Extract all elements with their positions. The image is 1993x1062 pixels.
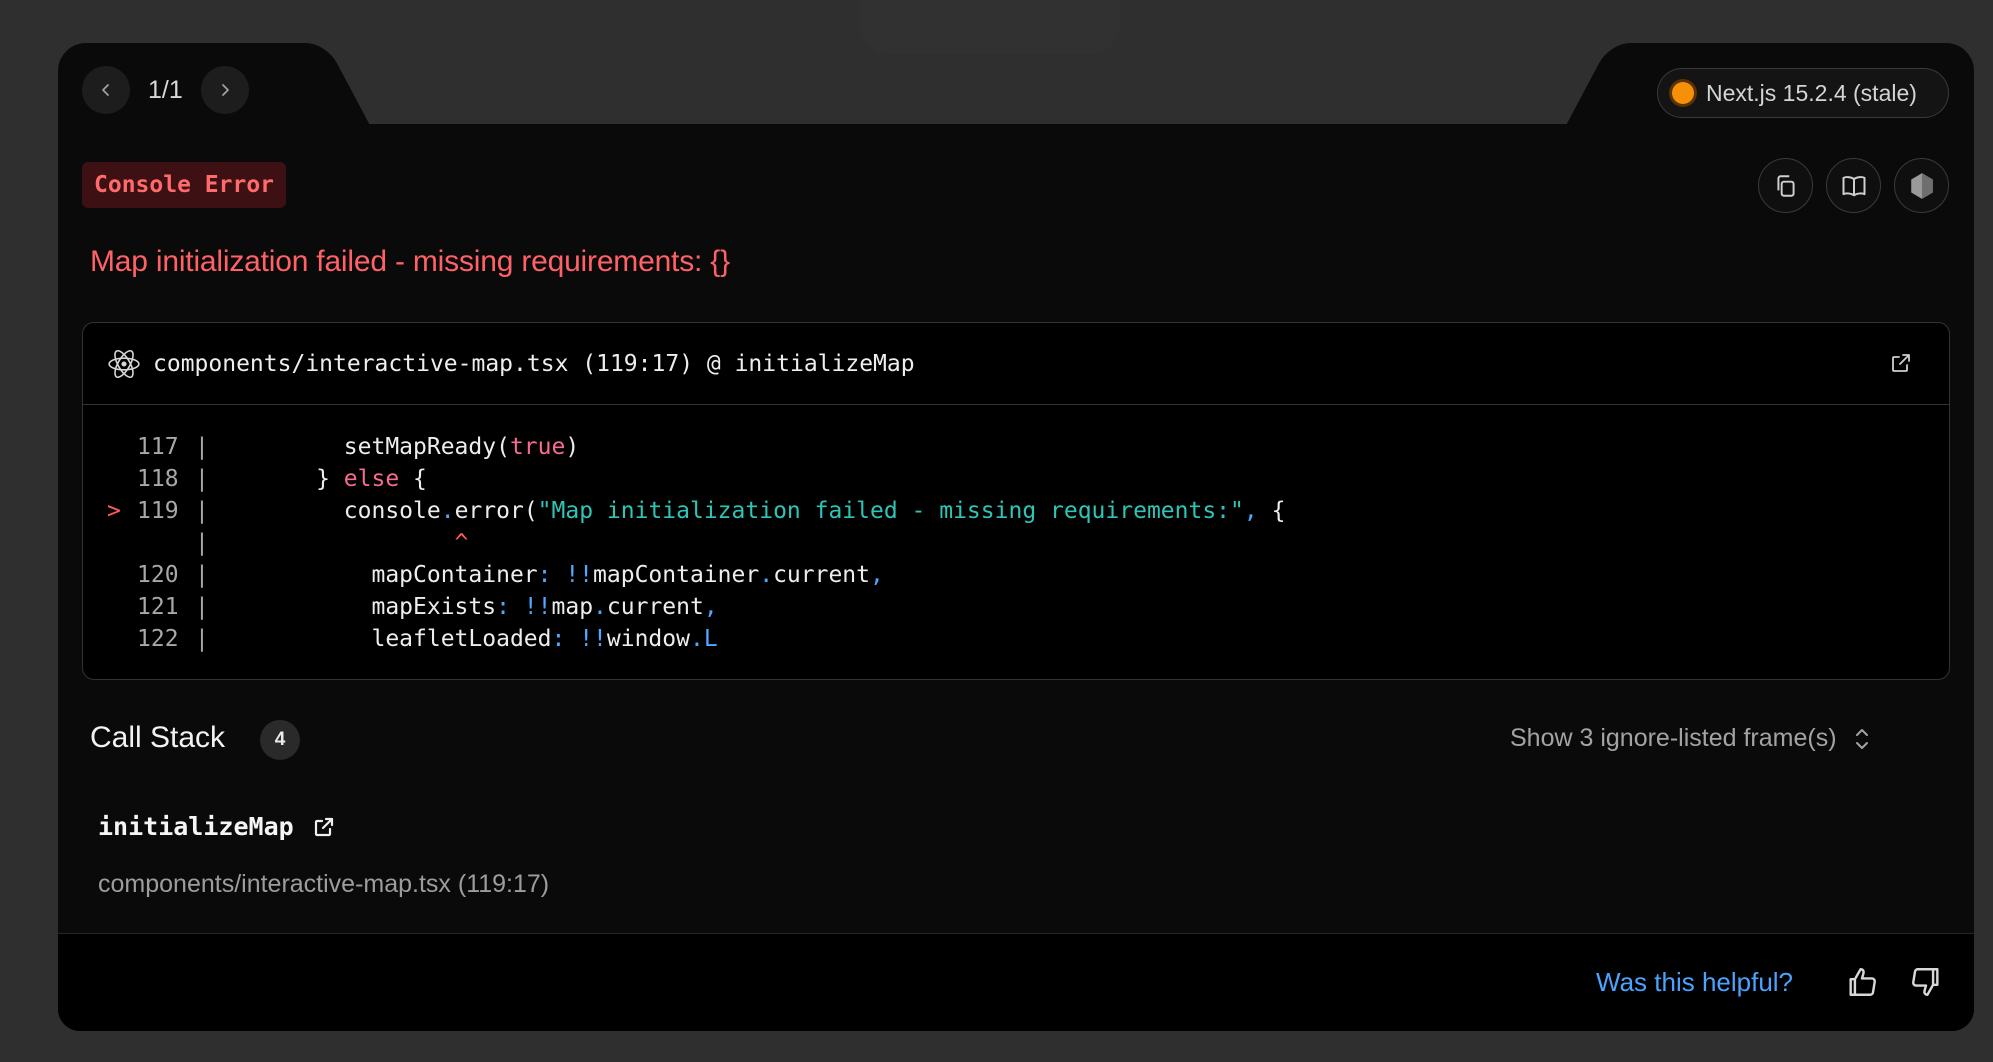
code-token: setMapReady(	[233, 434, 510, 460]
code-token: {	[399, 466, 427, 492]
gutter-separator: |	[195, 466, 209, 492]
code-token: leafletLoaded	[233, 626, 552, 652]
code-token: .L	[689, 626, 718, 652]
show-ignored-frames-button[interactable]: Show 3 ignore-listed frame(s)	[1510, 724, 1871, 753]
code-frame-header: components/interactive-map.tsx (119:17) …	[83, 323, 1949, 405]
code-token: mapExists	[233, 594, 497, 620]
call-stack-count-badge: 4	[260, 720, 300, 760]
code-token: mapContainer	[593, 562, 760, 588]
code-token: .	[759, 562, 774, 588]
gutter-separator: |	[195, 562, 209, 588]
code-token: else	[343, 466, 400, 492]
gutter-separator: |	[195, 594, 209, 620]
gutter-separator: |	[195, 626, 209, 652]
line-number: 121	[137, 594, 179, 620]
code-text: mapExists: !!map.current,	[233, 591, 718, 623]
line-number: 122	[137, 626, 179, 652]
code-token: : !!	[496, 594, 552, 620]
code-token: console	[233, 498, 441, 524]
ignore-toggle-label: Show 3 ignore-listed frame(s)	[1510, 724, 1837, 752]
code-line: 121 | mapExists: !!map.current,	[83, 591, 1949, 623]
code-token: .	[440, 498, 455, 524]
code-token: true	[509, 434, 566, 460]
book-icon	[1842, 175, 1865, 196]
chevron-right-icon	[221, 84, 229, 96]
code-token: )	[565, 434, 580, 460]
react-icon	[108, 349, 140, 378]
feedback-prompt: Was this helpful?	[1596, 967, 1794, 997]
code-token: "Map initialization failed - missing req…	[537, 498, 1244, 524]
open-in-editor-button[interactable]	[1889, 351, 1913, 380]
line-number: 120	[137, 562, 179, 588]
thumbs-up-button[interactable]	[1842, 962, 1882, 1002]
code-token: error(	[454, 498, 538, 524]
copy-icon	[1776, 174, 1795, 197]
background-tab-shadow	[860, 0, 1120, 54]
nextjs-version-badge[interactable]: Next.js 15.2.4 (stale)	[1657, 68, 1949, 118]
external-link-icon	[1892, 354, 1910, 372]
code-token: }	[233, 466, 344, 492]
gutter-separator: |	[195, 434, 209, 460]
code-text: } else {	[233, 463, 427, 495]
stack-frame-name: initializeMap	[98, 812, 294, 841]
docs-button[interactable]	[1826, 158, 1881, 213]
code-token: window	[606, 626, 690, 652]
stack-frame-location: components/interactive-map.tsx (119:17)	[98, 870, 550, 898]
code-text: mapContainer: !!mapContainer.current,	[233, 559, 884, 591]
code-token: mapContainer	[233, 562, 538, 588]
code-text: ^	[233, 527, 469, 559]
external-link-icon[interactable]	[312, 815, 336, 839]
thumbs-up-icon	[1849, 968, 1876, 996]
code-line: | ^	[83, 527, 1949, 559]
error-toolbar	[1758, 158, 1949, 213]
nodejs-icon	[1910, 172, 1933, 199]
thumbs-down-button[interactable]	[1906, 962, 1946, 1002]
code-line: >119 | console.error("Map initialization …	[83, 495, 1949, 527]
nodejs-inspector-button[interactable]	[1894, 158, 1949, 213]
code-line: 118 | } else {	[83, 463, 1949, 495]
code-file-reference: components/interactive-map.tsx (119:17) …	[153, 350, 915, 377]
next-error-button[interactable]	[200, 66, 249, 114]
error-message: Map initialization failed - missing requ…	[90, 245, 730, 278]
code-snippet: 117 | setMapReady(true) 118 | } else { >119 |…	[83, 405, 1949, 655]
code-token: current	[773, 562, 870, 588]
error-pagination: 1/1	[82, 66, 249, 114]
code-token: ,	[703, 594, 718, 620]
chevron-up-down-icon	[1855, 728, 1868, 749]
stale-status-icon	[1672, 82, 1694, 104]
chevron-left-icon	[102, 84, 109, 96]
error-type-badge: Console Error	[82, 162, 287, 208]
code-token: map	[551, 594, 594, 620]
code-token: : !!	[537, 562, 594, 588]
code-text: setMapReady(true)	[233, 431, 579, 463]
code-text: leafletLoaded: !!window.L	[233, 623, 718, 655]
gutter-separator: |	[195, 530, 209, 556]
code-token: current	[606, 594, 704, 620]
line-number: 119	[137, 498, 179, 524]
code-frame: components/interactive-map.tsx (119:17) …	[82, 322, 1950, 680]
code-token: .	[593, 594, 607, 620]
line-number: 117	[137, 434, 179, 460]
code-text: console.error("Map initialization failed…	[233, 495, 1286, 527]
code-token: ,	[870, 562, 884, 588]
version-label: Next.js 15.2.4 (stale)	[1706, 79, 1917, 106]
stack-frame-function[interactable]: initializeMap	[98, 812, 336, 841]
line-number: 118	[137, 466, 179, 492]
gutter-separator: |	[195, 498, 209, 524]
previous-error-button[interactable]	[82, 66, 130, 114]
code-token: : !!	[551, 626, 607, 652]
error-counter: 1/1	[148, 75, 183, 104]
code-token: ^	[233, 530, 469, 556]
code-token: ,	[1243, 498, 1258, 524]
code-token: {	[1257, 498, 1286, 524]
code-line: 122 | leafletLoaded: !!window.L	[83, 623, 1949, 655]
thumbs-down-icon	[1912, 968, 1939, 996]
call-stack-title: Call Stack	[90, 721, 226, 754]
code-line: 117 | setMapReady(true)	[83, 431, 1949, 463]
copy-error-button[interactable]	[1758, 158, 1813, 213]
error-line-marker: >	[107, 498, 121, 524]
code-line: 120 | mapContainer: !!mapContainer.curren…	[83, 559, 1949, 591]
